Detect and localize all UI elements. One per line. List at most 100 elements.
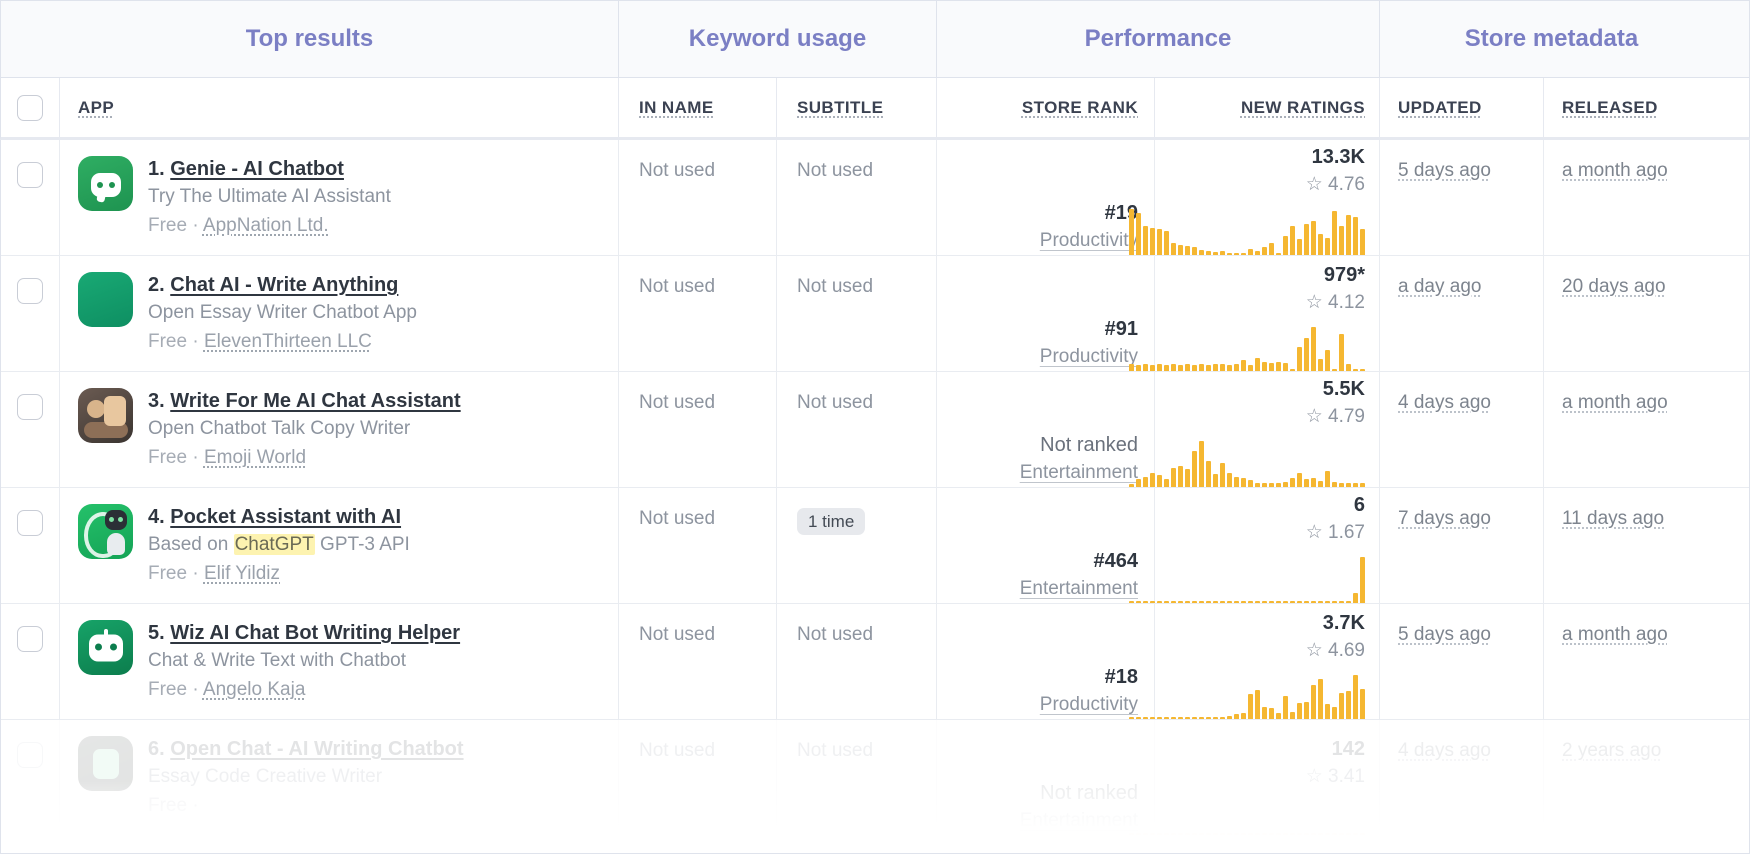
released-value[interactable]: a month ago (1562, 624, 1668, 646)
sparkline-bar (1283, 833, 1288, 835)
sparkline-bar (1129, 209, 1134, 255)
row-select-cell (1, 256, 60, 371)
sparkline-bar (1276, 253, 1281, 255)
store-rank-category[interactable]: Entertainment (1020, 460, 1138, 487)
row-select-checkbox[interactable] (17, 278, 43, 304)
sparkline-bar (1325, 350, 1330, 371)
column-header-in-name[interactable]: IN NAME (619, 78, 777, 137)
column-header-updated-label[interactable]: UPDATED (1398, 98, 1482, 118)
column-header-new-ratings-label[interactable]: NEW RATINGS (1241, 98, 1365, 118)
table-row[interactable]: 4. Pocket Assistant with AI Based on Chat… (1, 488, 1749, 604)
updated-value[interactable]: 4 days ago (1398, 392, 1491, 414)
sparkline-bar (1276, 483, 1281, 487)
app-developer-link[interactable]: Elif Yildiz (204, 563, 280, 584)
sparkline-bar (1276, 601, 1281, 603)
row-select-checkbox[interactable] (17, 742, 43, 768)
sparkline-bar (1339, 601, 1344, 603)
subtitle-usage-cell: Not used (777, 720, 937, 835)
app-meta: Free · (148, 793, 464, 819)
sparkline-bar (1199, 833, 1204, 835)
sparkline-bar (1318, 359, 1323, 371)
column-header-subtitle[interactable]: SUBTITLE (777, 78, 937, 137)
sparkline-bar (1304, 702, 1309, 719)
new-ratings-sparkline (1129, 675, 1365, 719)
app-rating: ☆ 4.76 (1306, 172, 1365, 199)
column-header-updated[interactable]: UPDATED (1380, 78, 1544, 137)
column-header-subtitle-label[interactable]: SUBTITLE (797, 98, 883, 118)
app-cell: 4. Pocket Assistant with AI Based on Chat… (60, 488, 619, 603)
app-cell: 5. Wiz AI Chat Bot Writing Helper Chat & … (60, 604, 619, 719)
app-name: 6. Open Chat - AI Writing Chatbot (148, 736, 464, 762)
table-row[interactable]: 6. Open Chat - AI Writing Chatbot Essay C… (1, 720, 1749, 836)
store-rank-category[interactable]: Productivity (1040, 228, 1138, 255)
subtitle-usage-badge: 1 time (797, 508, 866, 535)
sparkline-bar (1297, 239, 1302, 255)
updated-value[interactable]: 5 days ago (1398, 624, 1491, 646)
store-rank-category[interactable]: Entertainment (1020, 808, 1138, 835)
sparkline-bar (1360, 689, 1365, 719)
sparkline-bar (1227, 833, 1232, 835)
row-select-checkbox[interactable] (17, 626, 43, 652)
app-name-link[interactable]: Chat AI - Write Anything (170, 274, 398, 296)
sparkline-bar (1297, 347, 1302, 371)
sparkline-bar (1220, 463, 1225, 487)
sparkline-bar (1206, 461, 1211, 487)
column-header-in-name-label[interactable]: IN NAME (639, 98, 714, 118)
sparkline-bar (1353, 833, 1358, 835)
table-row[interactable]: 5. Wiz AI Chat Bot Writing Helper Chat & … (1, 604, 1749, 720)
updated-value[interactable]: 7 days ago (1398, 508, 1491, 530)
row-select-checkbox[interactable] (17, 510, 43, 536)
updated-value[interactable]: a day ago (1398, 276, 1481, 298)
sparkline-bar (1311, 478, 1316, 487)
app-developer-link[interactable]: Angelo Kaja (203, 679, 305, 700)
subtitle-usage-value: Not used (797, 392, 874, 413)
app-name-link[interactable]: Write For Me AI Chat Assistant (170, 390, 460, 412)
app-name-link[interactable]: Pocket Assistant with AI (170, 506, 401, 528)
app-name-link[interactable]: Genie - AI Chatbot (170, 158, 344, 180)
meta-separator: · (192, 562, 199, 584)
new-ratings-sparkline (1129, 801, 1365, 835)
sparkline-bar (1199, 601, 1204, 603)
sparkline-bar (1255, 601, 1260, 603)
table-row[interactable]: 2. Chat AI - Write Anything Open Essay Wr… (1, 256, 1749, 372)
app-developer-link[interactable]: AppNation Ltd. (203, 215, 329, 236)
released-value[interactable]: 11 days ago (1562, 508, 1664, 530)
released-value[interactable]: a month ago (1562, 160, 1668, 182)
rating-value: 3.41 (1328, 766, 1365, 787)
updated-value[interactable]: 5 days ago (1398, 160, 1491, 182)
app-name-link[interactable]: Open Chat - AI Writing Chatbot (170, 738, 463, 760)
new-ratings-value: 13.3K (1311, 146, 1365, 169)
sparkline-bar (1262, 707, 1267, 719)
store-rank-category[interactable]: Productivity (1040, 692, 1138, 719)
row-select-checkbox[interactable] (17, 162, 43, 188)
sparkline-bar (1255, 833, 1260, 835)
column-header-released-label[interactable]: RELEASED (1562, 98, 1658, 118)
app-developer-link[interactable]: ElevenThirteen LLC (204, 331, 372, 352)
sparkline-bar (1269, 708, 1274, 719)
store-rank-category[interactable]: Productivity (1040, 344, 1138, 371)
column-header-app-label[interactable]: APP (78, 98, 114, 118)
released-value[interactable]: 2 years ago (1562, 740, 1661, 762)
released-value[interactable]: a month ago (1562, 392, 1668, 414)
column-header-store-rank[interactable]: STORE RANK (937, 78, 1155, 137)
table-row[interactable]: 1. Genie - AI Chatbot Try The Ultimate AI… (1, 140, 1749, 256)
table-row[interactable]: 3. Write For Me AI Chat Assistant Open Ch… (1, 372, 1749, 488)
app-name-link[interactable]: Wiz AI Chat Bot Writing Helper (170, 622, 460, 644)
app-developer-link[interactable]: Emoji World (204, 447, 306, 468)
in-name-cell: Not used (619, 604, 777, 719)
new-ratings-sparkline (1129, 209, 1365, 255)
select-all-checkbox[interactable] (17, 94, 43, 121)
store-rank-category[interactable]: Entertainment (1020, 576, 1138, 603)
sparkline-bar (1227, 253, 1232, 255)
sparkline-bar (1290, 226, 1295, 255)
column-header-store-rank-label[interactable]: STORE RANK (1022, 98, 1138, 118)
released-value[interactable]: 20 days ago (1562, 276, 1666, 298)
column-header-app[interactable]: APP (60, 78, 619, 137)
sparkline-bar (1318, 481, 1323, 487)
updated-value[interactable]: 4 days ago (1398, 740, 1491, 762)
row-select-checkbox[interactable] (17, 394, 43, 420)
column-header-new-ratings[interactable]: NEW RATINGS (1155, 78, 1380, 137)
sparkline-bar (1248, 694, 1253, 719)
sparkline-bar (1283, 482, 1288, 487)
column-header-released[interactable]: RELEASED (1544, 78, 1749, 137)
